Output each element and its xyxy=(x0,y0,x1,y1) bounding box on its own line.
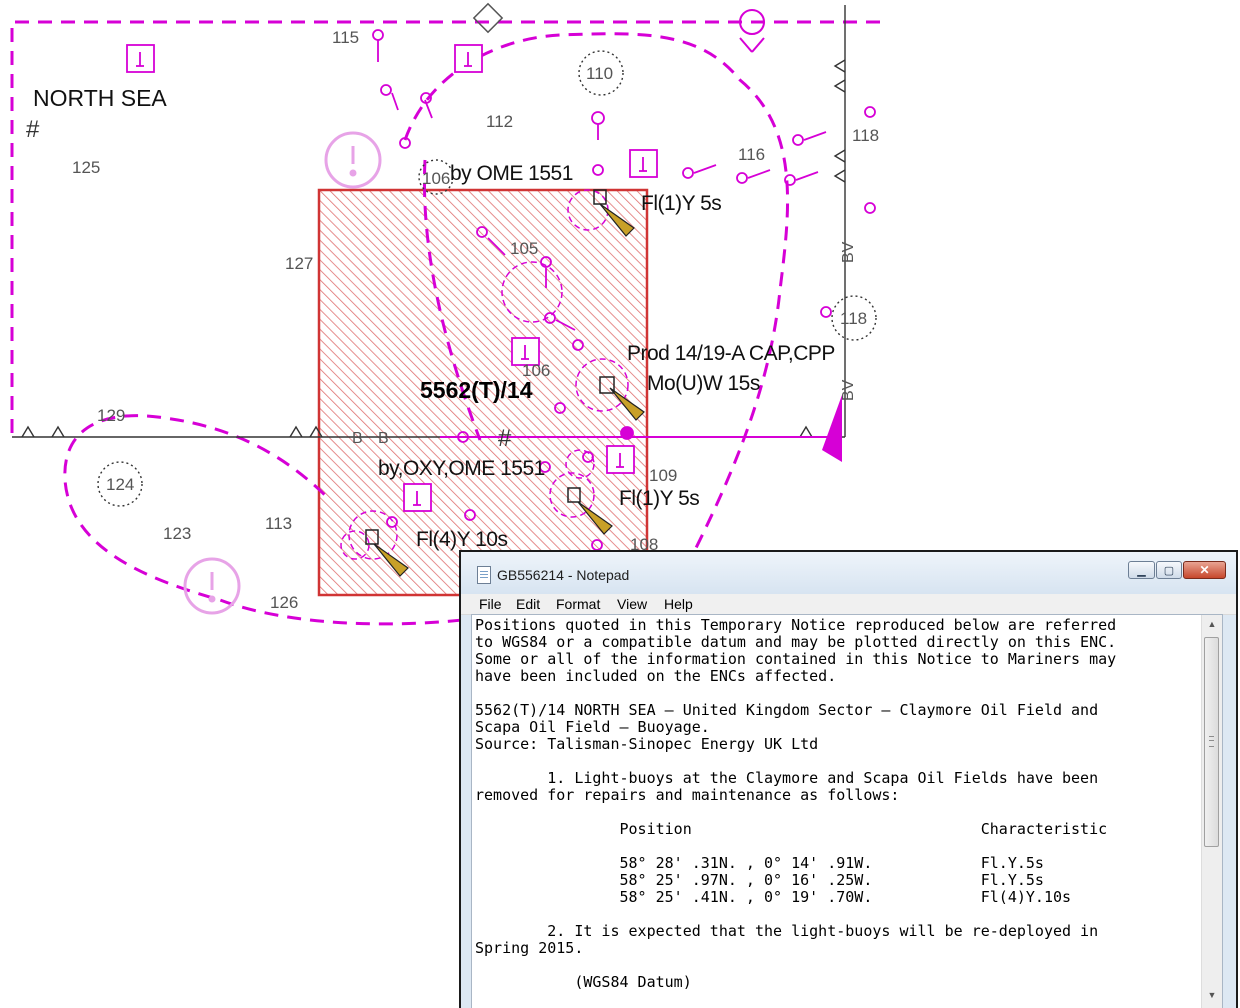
close-button[interactable]: ✕ xyxy=(1183,561,1226,579)
info-icon xyxy=(606,445,635,474)
sounding-label: 124 xyxy=(106,475,134,494)
platform-label: Prod 14/19-A CAP,CPP xyxy=(627,342,835,365)
notepad-titlebar[interactable]: GB556214 - Notepad ▁ ▢ ✕ xyxy=(461,552,1236,594)
sounding-label: 115 xyxy=(332,28,359,47)
sounding-label: 118 xyxy=(852,126,879,145)
notepad-file-icon xyxy=(477,566,491,584)
operator-label: by OME 1551 xyxy=(450,162,573,185)
sounding-label: 109 xyxy=(649,466,677,485)
topmark-diamond-icon xyxy=(472,2,504,34)
sounding-label: 129 xyxy=(97,406,125,425)
area-name-label: NORTH SEA xyxy=(33,85,167,111)
sounding-label: 118 xyxy=(840,309,867,328)
platform-top-icon xyxy=(739,9,765,53)
svg-text:B: B xyxy=(378,430,389,447)
sounding-label: 110 xyxy=(586,64,613,83)
light-characteristic-label: Fl(1)Y 5s xyxy=(619,487,699,510)
menu-bar: File Edit Format View Help xyxy=(461,594,1236,615)
sounding-label: 106 xyxy=(422,169,450,188)
menu-file[interactable]: File xyxy=(479,596,502,612)
cable-mark-icon: # xyxy=(498,425,512,452)
caution-icon xyxy=(183,557,241,615)
svg-text:BV: BV xyxy=(840,379,857,401)
caution-icon xyxy=(324,131,382,189)
info-icon xyxy=(629,149,658,178)
menu-view[interactable]: View xyxy=(617,596,647,612)
light-characteristic-label: Fl(1)Y 5s xyxy=(641,192,721,215)
svg-text:B: B xyxy=(352,430,363,447)
info-icon xyxy=(403,483,432,512)
notepad-window[interactable]: GB556214 - Notepad ▁ ▢ ✕ File Edit Forma… xyxy=(459,550,1238,1008)
light-characteristic-label: Fl(4)Y 10s xyxy=(416,528,507,551)
notice-id-label: 5562(T)/14 xyxy=(420,377,533,403)
menu-help[interactable]: Help xyxy=(664,596,693,612)
sounding-label: 125 xyxy=(72,158,100,177)
window-title: GB556214 - Notepad xyxy=(497,567,630,583)
window-controls: ▁ ▢ ✕ xyxy=(1127,561,1226,579)
info-icon xyxy=(126,44,155,73)
scroll-thumb[interactable] xyxy=(1204,637,1219,847)
vertical-scrollbar[interactable]: ▲ ▼ xyxy=(1201,615,1222,1008)
menu-edit[interactable]: Edit xyxy=(516,596,540,612)
sounding-label: 126 xyxy=(270,593,298,612)
scroll-up-icon[interactable]: ▲ xyxy=(1202,615,1222,633)
sounding-label: 113 xyxy=(265,514,292,533)
scroll-down-icon[interactable]: ▼ xyxy=(1202,986,1222,1004)
menu-format[interactable]: Format xyxy=(556,596,600,612)
seabed-mark-icon: # xyxy=(26,116,40,143)
notice-text[interactable]: Positions quoted in this Temporary Notic… xyxy=(475,617,1203,991)
sounding-label: 127 xyxy=(285,254,313,273)
sounding-label: 105 xyxy=(510,239,538,258)
light-characteristic-label: Mo(U)W 15s xyxy=(647,372,760,395)
operator-label: by,OXY,OME 1551 xyxy=(378,457,545,480)
direction-arrow xyxy=(822,395,842,462)
grip-icon xyxy=(1209,736,1214,747)
sounding-label: 112 xyxy=(486,112,513,131)
maximize-button[interactable]: ▢ xyxy=(1156,561,1182,579)
sounding-label: 116 xyxy=(738,145,765,164)
text-editor[interactable]: Positions quoted in this Temporary Notic… xyxy=(471,614,1223,1008)
info-icon xyxy=(454,44,483,73)
minimize-button[interactable]: ▁ xyxy=(1128,561,1155,579)
sounding-label: 123 xyxy=(163,524,191,543)
svg-text:BV: BV xyxy=(840,241,857,263)
